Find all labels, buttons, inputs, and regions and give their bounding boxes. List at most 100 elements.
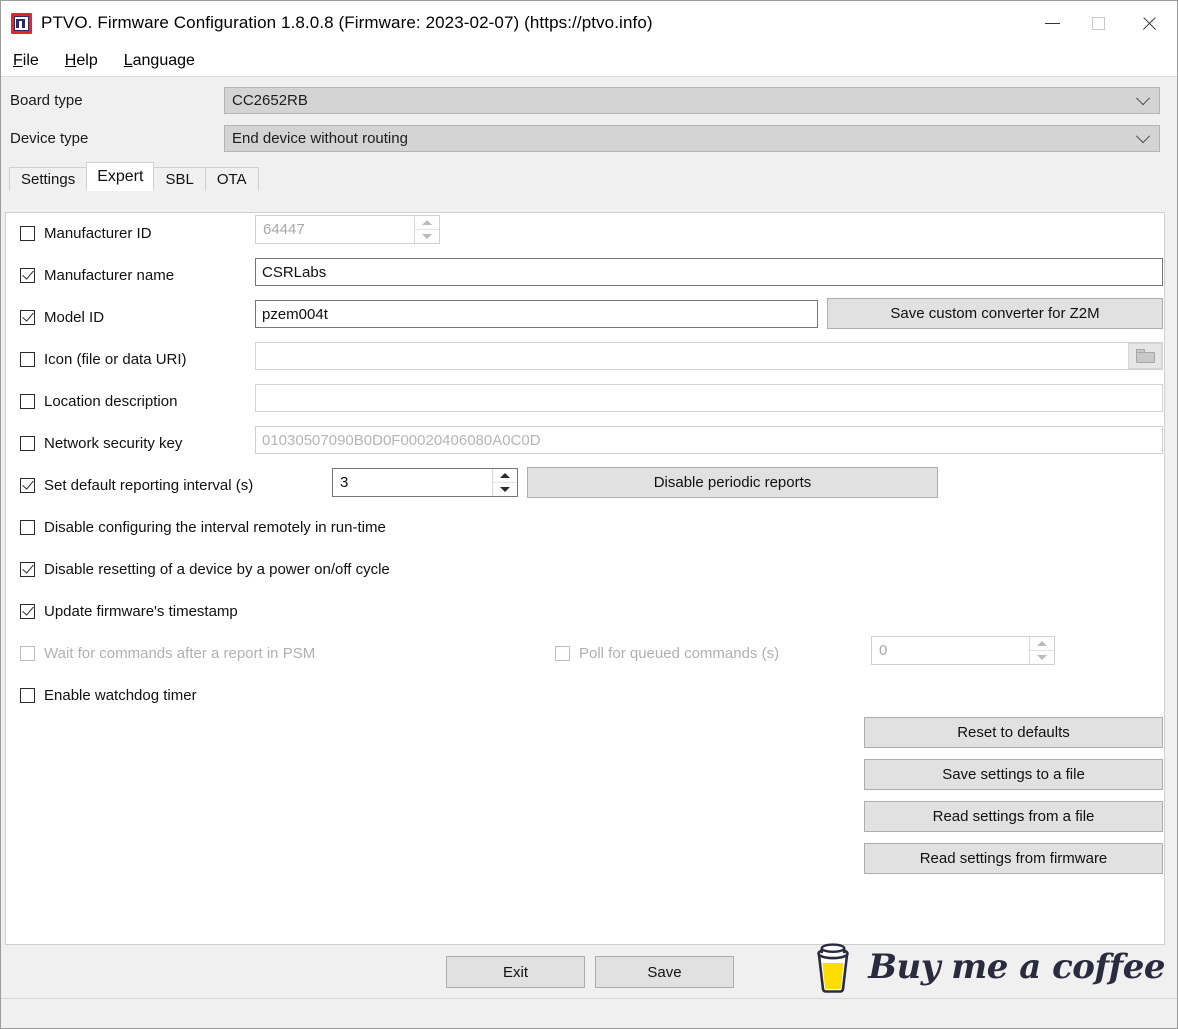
checkbox-box xyxy=(20,519,35,535)
enable-watchdog-label: Enable watchdog timer xyxy=(44,686,197,704)
save-custom-converter-button[interactable]: Save custom converter for Z2M xyxy=(827,298,1163,329)
board-type-select[interactable]: CC2652RB xyxy=(224,87,1160,114)
exit-button[interactable]: Exit xyxy=(446,956,585,988)
poll-queued-commands-stepper: 0 xyxy=(871,636,1055,665)
tab-strip: Settings Expert SBL OTA xyxy=(5,162,1177,191)
device-type-select[interactable]: End device without routing xyxy=(224,125,1160,152)
title-bar: PTVO. Firmware Configuration 1.8.0.8 (Fi… xyxy=(1,1,1177,45)
close-icon xyxy=(1141,15,1158,32)
manufacturer-id-checkbox[interactable]: Manufacturer ID xyxy=(6,225,152,242)
poll-queued-commands-label: Poll for queued commands (s) xyxy=(579,644,780,662)
stepper-up-icon[interactable] xyxy=(415,216,439,229)
reporting-interval-stepper[interactable]: 3 xyxy=(332,468,518,497)
stepper-down-icon[interactable] xyxy=(415,229,439,243)
checkbox-box xyxy=(20,225,35,241)
menu-item-help[interactable]: Help xyxy=(65,52,98,70)
folder-open-icon xyxy=(1135,349,1155,363)
disable-periodic-reports-button[interactable]: Disable periodic reports xyxy=(527,467,938,498)
checkbox-box xyxy=(20,267,35,283)
chevron-down-icon xyxy=(1127,126,1159,151)
enable-watchdog-row: Enable watchdog timer xyxy=(6,680,1164,710)
status-bar xyxy=(1,998,1177,1028)
main-content: Board type CC2652RB Device type End devi… xyxy=(1,77,1177,1028)
wait-for-commands-label: Wait for commands after a report in PSM xyxy=(44,644,316,662)
ptvo-app-icon xyxy=(11,12,32,34)
poll-queued-commands-value: 0 xyxy=(879,642,888,659)
manufacturer-name-input[interactable]: CSRLabs xyxy=(255,258,1163,286)
reset-to-defaults-button[interactable]: Reset to defaults xyxy=(864,717,1163,748)
location-description-label: Location description xyxy=(44,392,178,410)
checkbox-box xyxy=(20,645,35,661)
network-security-key-input[interactable]: 01030507090B0D0F00020406080A0C0D xyxy=(255,426,1163,454)
checkbox-box xyxy=(20,351,35,367)
manufacturer-id-label: Manufacturer ID xyxy=(44,224,152,242)
maximize-button[interactable] xyxy=(1075,1,1121,45)
model-id-checkbox[interactable]: Model ID xyxy=(6,309,104,326)
manufacturer-id-value: 64447 xyxy=(263,221,305,238)
manufacturer-name-checkbox[interactable]: Manufacturer name xyxy=(6,267,174,284)
menu-item-file[interactable]: File xyxy=(13,52,39,70)
board-type-value: CC2652RB xyxy=(232,92,308,109)
menu-bar: File Help Language xyxy=(1,45,1177,77)
wait-for-commands-checkbox: Wait for commands after a report in PSM xyxy=(6,645,315,662)
close-button[interactable] xyxy=(1121,1,1177,45)
disable-configuring-interval-label: Disable configuring the interval remotel… xyxy=(44,518,386,536)
read-settings-from-file-button[interactable]: Read settings from a file xyxy=(864,801,1163,832)
stepper-buttons[interactable] xyxy=(492,469,517,496)
checkbox-box xyxy=(20,687,35,703)
buy-me-a-coffee-link[interactable]: Buy me a coffee xyxy=(810,939,1165,995)
enable-watchdog-checkbox[interactable]: Enable watchdog timer xyxy=(6,687,197,704)
stepper-buttons[interactable] xyxy=(414,216,439,243)
menu-item-language[interactable]: Language xyxy=(124,52,195,70)
disable-resetting-checkbox[interactable]: Disable resetting of a device by a power… xyxy=(6,561,390,578)
poll-queued-commands-row: Poll for queued commands (s) xyxy=(555,638,1164,668)
reporting-interval-checkbox[interactable]: Set default reporting interval (s) xyxy=(6,477,253,494)
stepper-down-icon[interactable] xyxy=(493,482,517,496)
disable-configuring-interval-checkbox[interactable]: Disable configuring the interval remotel… xyxy=(6,519,386,536)
tab-sbl[interactable]: SBL xyxy=(153,167,206,191)
manufacturer-id-stepper[interactable]: 64447 xyxy=(255,215,440,244)
icon-uri-input[interactable] xyxy=(255,342,1163,370)
location-description-input[interactable] xyxy=(255,384,1163,412)
checkbox-box xyxy=(555,645,570,661)
save-settings-to-file-button[interactable]: Save settings to a file xyxy=(864,759,1163,790)
read-settings-from-firmware-button[interactable]: Read settings from firmware xyxy=(864,843,1163,874)
stepper-up-icon[interactable] xyxy=(493,469,517,482)
network-security-key-checkbox[interactable]: Network security key xyxy=(6,435,182,452)
manufacturer-name-value: CSRLabs xyxy=(262,263,327,281)
checkbox-box xyxy=(20,435,35,451)
save-button[interactable]: Save xyxy=(595,956,734,988)
tab-ota[interactable]: OTA xyxy=(204,167,259,191)
device-type-row: Device type End device without routing xyxy=(10,125,1160,152)
model-id-label: Model ID xyxy=(44,308,105,326)
network-security-key-label: Network security key xyxy=(44,434,183,452)
stepper-up-icon xyxy=(1030,637,1054,650)
minimize-icon xyxy=(1044,22,1060,24)
minimize-button[interactable] xyxy=(1029,1,1075,45)
location-description-checkbox[interactable]: Location description xyxy=(6,393,177,410)
tab-settings[interactable]: Settings xyxy=(9,167,88,191)
top-fields: Board type CC2652RB Device type End devi… xyxy=(1,77,1177,152)
model-id-value: pzem004t xyxy=(262,305,328,323)
tab-expert[interactable]: Expert xyxy=(86,162,155,191)
application-window: PTVO. Firmware Configuration 1.8.0.8 (Fi… xyxy=(0,0,1178,1029)
stepper-buttons xyxy=(1029,637,1054,664)
manufacturer-id-row: Manufacturer ID xyxy=(6,218,1164,248)
stepper-down-icon xyxy=(1030,650,1054,664)
device-type-label: Device type xyxy=(10,130,89,147)
icon-uri-checkbox[interactable]: Icon (file or data URI) xyxy=(6,351,187,368)
manufacturer-name-label: Manufacturer name xyxy=(44,266,175,284)
update-timestamp-checkbox[interactable]: Update firmware's timestamp xyxy=(6,603,238,620)
board-type-row: Board type CC2652RB xyxy=(10,87,1160,114)
browse-button[interactable] xyxy=(1128,343,1162,369)
model-id-input[interactable]: pzem004t xyxy=(255,300,818,328)
disable-resetting-label: Disable resetting of a device by a power… xyxy=(44,560,390,578)
checkbox-box xyxy=(20,561,35,577)
update-timestamp-row: Update firmware's timestamp xyxy=(6,596,1164,626)
checkbox-box xyxy=(20,309,35,325)
device-type-value: End device without routing xyxy=(232,130,408,147)
update-timestamp-label: Update firmware's timestamp xyxy=(44,602,238,620)
buy-me-a-coffee-text: Buy me a coffee xyxy=(868,947,1165,987)
expert-tab-page: Manufacturer ID 64447 Manufacturer name … xyxy=(5,212,1165,945)
maximize-icon xyxy=(1091,16,1105,30)
